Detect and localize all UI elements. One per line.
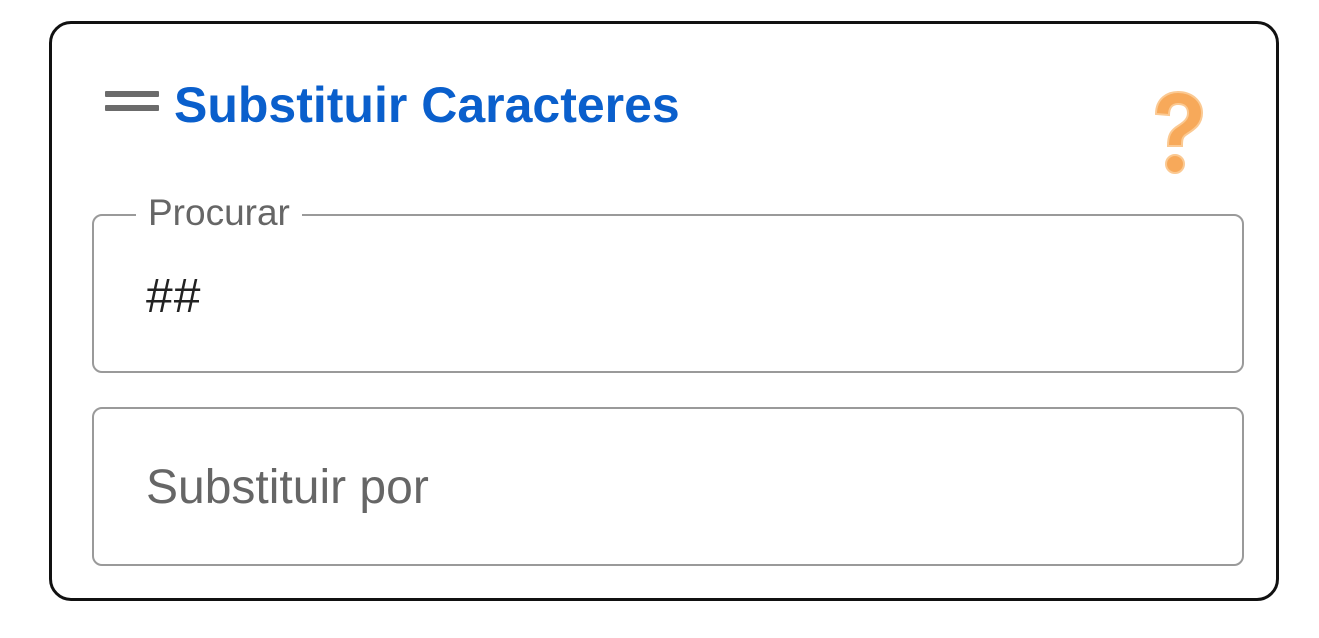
help-button[interactable] xyxy=(1142,84,1214,184)
replace-characters-panel: Substituir Caracteres Procurar ## Substi… xyxy=(49,21,1279,601)
replace-field-placeholder: Substituir por xyxy=(146,461,429,514)
search-field[interactable]: Procurar ## xyxy=(92,189,1244,373)
replace-field[interactable]: Substituir por xyxy=(92,407,1244,566)
search-field-label: Procurar xyxy=(136,189,302,237)
panel-title: Substituir Caracteres xyxy=(174,77,680,133)
question-mark-icon xyxy=(1154,90,1204,174)
drag-handle-bar-top xyxy=(105,91,159,97)
search-field-value[interactable]: ## xyxy=(146,268,201,326)
drag-handle-bar-bottom xyxy=(105,105,159,111)
drag-handle-icon[interactable] xyxy=(105,91,159,113)
